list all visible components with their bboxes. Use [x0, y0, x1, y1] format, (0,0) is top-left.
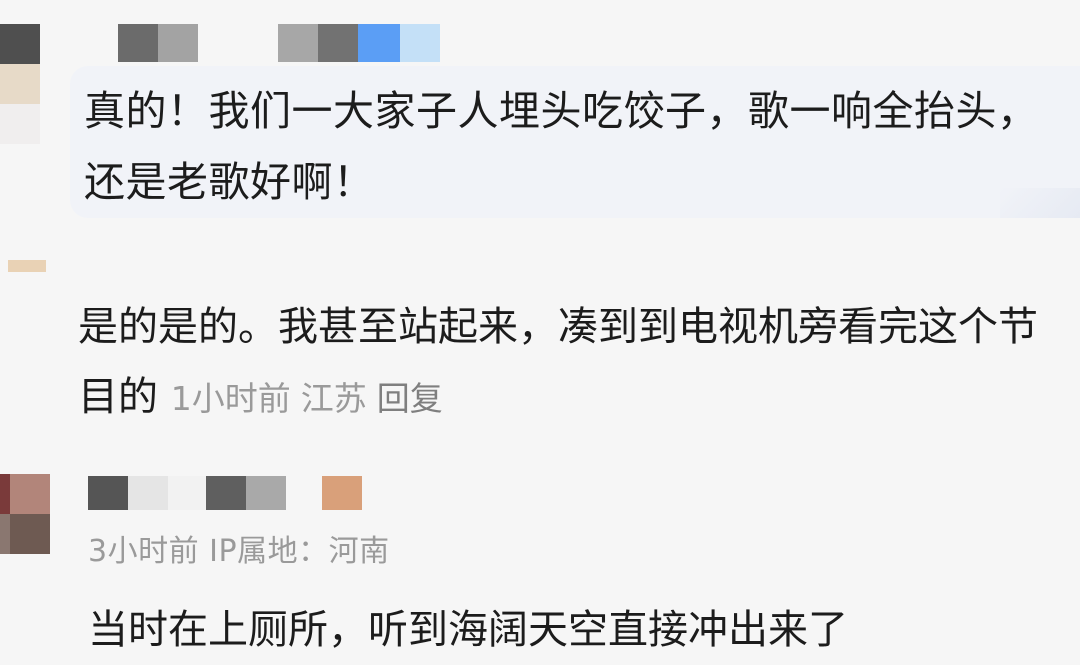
comment-text: 真的！我们一大家子人埋头吃饺子，歌一响全抬头，还是老歌好啊！ — [84, 87, 1039, 206]
ip-label: IP属地： — [209, 534, 329, 569]
username-mosaic[interactable] — [118, 24, 198, 62]
reply-button[interactable]: 回复 — [377, 379, 443, 418]
avatar[interactable] — [8, 260, 46, 272]
comment-time: 1小时前 — [170, 379, 291, 418]
comment-thread: 真的！我们一大家子人埋头吃饺子，歌一响全抬头，还是老歌好啊！ 是的是的。我甚至站… — [0, 0, 1080, 665]
avatar[interactable] — [0, 474, 50, 554]
username-mosaic[interactable] — [322, 476, 362, 510]
reply-comment: 是的是的。我甚至站起来，凑到到电视机旁看完这个节目的 1小时前 江苏 回复 — [78, 292, 1058, 434]
comment-time: 3小时前 — [88, 534, 200, 569]
comment-meta: 3小时前 IP属地：河南 — [88, 526, 390, 570]
comment-location: 江苏 — [300, 379, 367, 418]
comment-meta: 1小时前 江苏 回复 — [171, 379, 443, 418]
username-mosaic[interactable] — [88, 476, 286, 510]
avatar[interactable] — [0, 24, 40, 144]
comment-text: 当时在上厕所，听到海阔天空直接冲出来了 — [88, 607, 848, 653]
ip-location: 河南 — [328, 534, 390, 569]
username-mosaic[interactable] — [278, 24, 440, 62]
